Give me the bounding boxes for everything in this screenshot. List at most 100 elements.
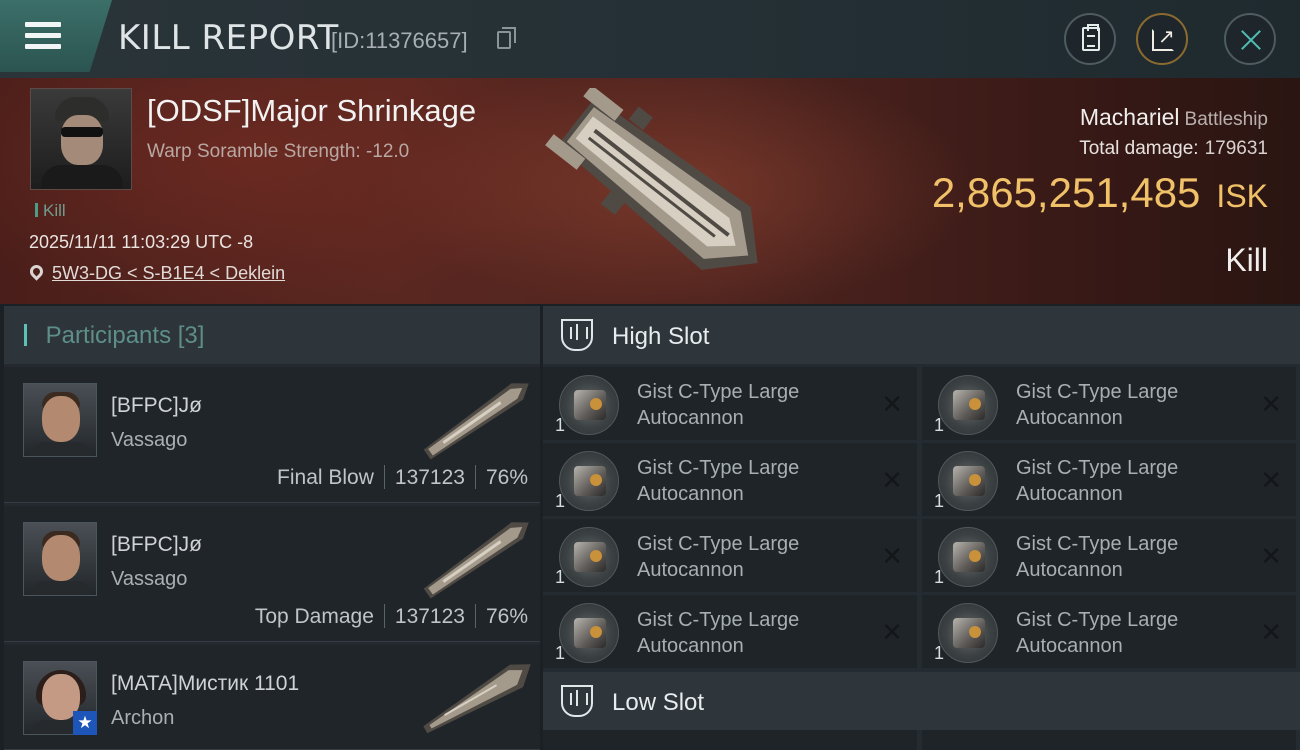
module-item[interactable]: 1 Gist C-Type Large Autocannon ✕ <box>543 367 917 440</box>
module-item[interactable]: 1 Gist C-Type Large Autocannon ✕ <box>922 595 1296 668</box>
module-item[interactable]: 1 Gist C-Type Large Autocannon ✕ <box>922 443 1296 516</box>
module-qty: 1 <box>555 643 566 663</box>
participant-stats: Top Damage 137123 76% <box>255 604 528 629</box>
destroyed-x-icon: ✕ <box>881 465 903 495</box>
avatar <box>23 383 97 457</box>
low-slot-title: Low Slot <box>612 689 705 716</box>
module-name: Gist C-Type Large Autocannon <box>637 609 800 657</box>
module-qty: 1 <box>555 567 566 587</box>
participant-name: [BFPC]Jø <box>111 394 203 417</box>
module-item[interactable]: 1 Gist C-Type Large Autocannon ✕ <box>543 443 917 516</box>
participant-damage: 137123 <box>394 466 465 489</box>
kill-location-link[interactable]: 5W3-DG < S-B1E4 < Deklein <box>52 263 285 284</box>
participant-ship: Archon <box>111 707 175 729</box>
location-pin-icon <box>27 262 46 281</box>
autocannon-icon <box>559 451 619 511</box>
module-item[interactable] <box>543 730 917 750</box>
victim-ship-name[interactable]: Machariel Battleship <box>1080 104 1268 131</box>
participant-role: Top Damage <box>254 605 374 628</box>
warp-scramble-strength: Warp Soramble Strength: -12.0 <box>147 141 410 162</box>
participant-ship-image <box>423 383 529 460</box>
autocannon-icon <box>559 603 619 663</box>
star-badge-icon: ★ <box>73 711 97 735</box>
module-qty: 1 <box>934 643 945 663</box>
module-qty: 1 <box>934 415 945 435</box>
destroyed-x-icon: ✕ <box>1260 617 1282 647</box>
participant-card[interactable]: ★ [MATA]Мистик 1101 Archon <box>4 645 540 750</box>
participant-ship-image <box>423 664 531 734</box>
low-slot-header[interactable]: Low Slot <box>543 672 1300 730</box>
module-qty: 1 <box>555 415 566 435</box>
victim-pilot-name[interactable]: [ODSF]Major Shrinkage <box>147 93 476 129</box>
module-qty: 1 <box>555 491 566 511</box>
victim-panel: [ODSF]Major Shrinkage Warp Soramble Stre… <box>0 78 1300 304</box>
module-name: Gist C-Type Large Autocannon <box>637 381 800 429</box>
module-item[interactable] <box>922 730 1296 750</box>
autocannon-icon <box>938 603 998 663</box>
autocannon-icon <box>938 527 998 587</box>
participant-name: [BFPC]Jø <box>111 533 203 556</box>
module-name: Gist C-Type Large Autocannon <box>637 533 800 581</box>
participant-role: Final Blow <box>277 466 374 489</box>
page-title: KILL REPORT <box>118 18 339 58</box>
module-name: Gist C-Type Large Autocannon <box>1016 609 1179 657</box>
isk-value: 2,865,251,485 ISK <box>931 169 1268 216</box>
autocannon-icon <box>559 375 619 435</box>
autocannon-icon <box>938 451 998 511</box>
share-button[interactable]: ↗ <box>1136 13 1188 65</box>
destroyed-x-icon: ✕ <box>881 541 903 571</box>
participants-header[interactable]: Participants [3] <box>4 306 540 364</box>
participant-name: [MATA]Мистик 1101 <box>111 672 300 695</box>
module-item[interactable]: 1 Gist C-Type Large Autocannon ✕ <box>543 519 917 592</box>
participant-damage: 137123 <box>394 605 465 628</box>
module-qty: 1 <box>934 567 945 587</box>
destroyed-x-icon: ✕ <box>1260 389 1282 419</box>
total-damage-value: 179631 <box>1204 138 1268 159</box>
participant-ship: Vassago <box>111 568 188 590</box>
report-id: [ID:11376657] <box>331 28 468 53</box>
module-name: Gist C-Type Large Autocannon <box>1016 457 1179 505</box>
isk-unit: ISK <box>1216 178 1268 214</box>
participant-percent: 76% <box>485 605 528 628</box>
kill-tag: Kill <box>35 201 66 221</box>
participants-panel: Participants [3] [BFPC]Jø Vassago Final … <box>4 306 540 750</box>
destroyed-x-icon: ✕ <box>881 617 903 647</box>
top-bar: KILL REPORT [ID:11376657] ↗ <box>0 0 1300 78</box>
participant-card[interactable]: [BFPC]Jø Vassago Top Damage 137123 76% <box>4 506 540 642</box>
high-slot-header[interactable]: High Slot <box>543 306 1300 364</box>
high-slot-title: High Slot <box>612 323 710 350</box>
autocannon-icon <box>559 527 619 587</box>
autocannon-icon <box>938 375 998 435</box>
fitting-panel: High Slot 1 Gist C-Type Large Autocannon … <box>543 306 1300 750</box>
module-item[interactable]: 1 Gist C-Type Large Autocannon ✕ <box>543 595 917 668</box>
participant-ship-image <box>423 522 529 599</box>
destroyed-x-icon: ✕ <box>1260 541 1282 571</box>
kill-datetime: 2025/11/11 11:03:29 UTC -8 <box>29 232 254 252</box>
clipboard-button[interactable] <box>1064 13 1116 65</box>
participant-stats: Final Blow 137123 76% <box>277 465 528 490</box>
participant-card[interactable]: [BFPC]Jø Vassago Final Blow 137123 76% <box>4 367 540 503</box>
destroyed-x-icon: ✕ <box>881 389 903 419</box>
copy-icon[interactable] <box>497 27 516 49</box>
participants-title: Participants <box>45 322 172 349</box>
kill-result: Kill <box>1225 242 1268 278</box>
participant-percent: 76% <box>485 466 528 489</box>
victim-ship-image <box>545 88 758 270</box>
module-qty: 1 <box>934 491 945 511</box>
total-damage: Total damage: 179631 <box>1079 138 1268 159</box>
slot-icon <box>561 319 593 351</box>
clipboard-icon <box>1082 24 1100 51</box>
participants-count: [3] <box>177 322 205 349</box>
module-item[interactable]: 1 Gist C-Type Large Autocannon ✕ <box>922 519 1296 592</box>
participant-ship: Vassago <box>111 429 188 451</box>
slot-icon <box>561 685 593 717</box>
victim-portrait[interactable] <box>30 88 132 190</box>
destroyed-x-icon: ✕ <box>1260 465 1282 495</box>
module-name: Gist C-Type Large Autocannon <box>1016 381 1179 429</box>
module-item[interactable]: 1 Gist C-Type Large Autocannon ✕ <box>922 367 1296 440</box>
menu-icon[interactable] <box>25 22 61 50</box>
avatar <box>23 522 97 596</box>
victim-ship-class: Battleship <box>1184 109 1268 130</box>
close-button[interactable] <box>1224 13 1276 65</box>
module-name: Gist C-Type Large Autocannon <box>1016 533 1179 581</box>
